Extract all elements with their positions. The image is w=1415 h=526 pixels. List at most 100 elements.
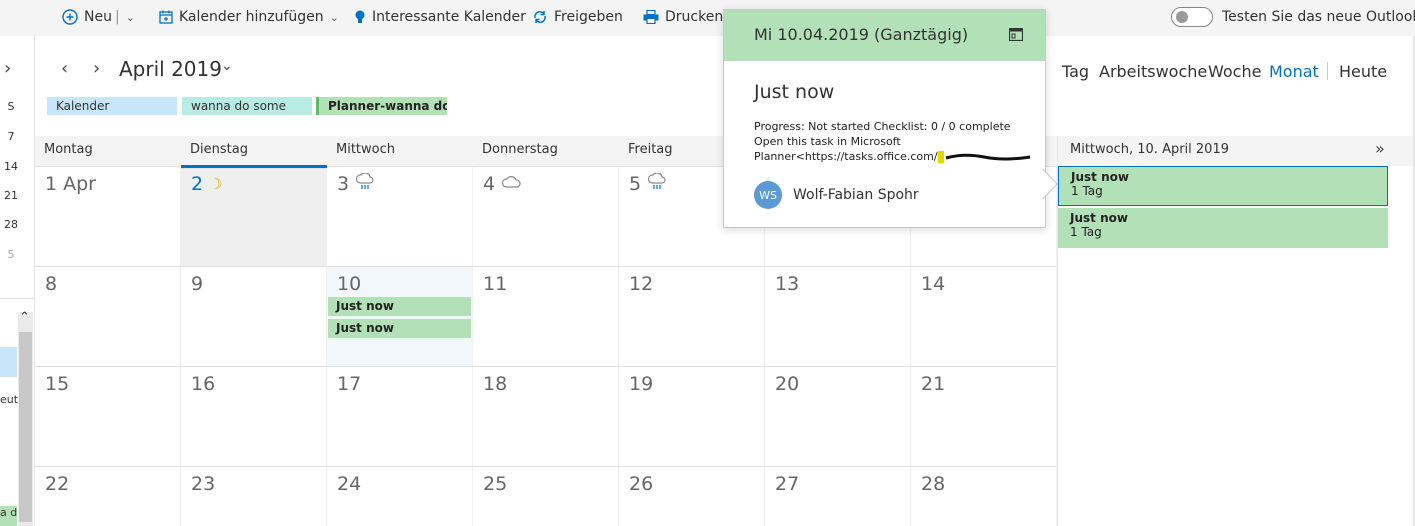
day-cell[interactable]: 24 [327,466,473,526]
mini-day[interactable]: 7 [0,130,22,143]
add-calendar-button[interactable]: Kalender hinzufügen ⌄ [159,0,339,34]
mini-weekday: S [7,100,15,113]
mini-day[interactable]: 14 [0,160,22,173]
avatar: WS [754,181,782,209]
view-workweek[interactable]: Arbeitswoche [1099,62,1207,81]
day-cell[interactable]: 22 [35,466,181,526]
view-week[interactable]: Woche [1208,62,1261,81]
day-number: 27 [775,473,800,495]
add-calendar-label: Kalender hinzufügen [179,9,324,25]
day-cell[interactable]: 21 [911,366,1057,466]
day-detail-event[interactable]: Just now 1 Tag [1058,208,1388,248]
day-cell[interactable]: 18 [473,366,619,466]
popup-arrow [1042,168,1058,200]
calendar-chip-wanna[interactable]: wanna do some [182,97,312,115]
new-button[interactable]: Neu | ⌄ [62,0,135,34]
day-number: 12 [629,273,654,295]
day-number: 3 [337,173,350,195]
today-button[interactable]: Heute [1339,62,1387,81]
separator: | [114,9,120,25]
calendar-chip-planner[interactable]: Planner-wanna do so [316,97,447,115]
day-cell[interactable]: 23 [181,466,327,526]
day-number: 26 [629,473,654,495]
calendar-chip-cut[interactable]: a do [0,506,17,526]
day-cell[interactable]: 17 [327,366,473,466]
day-number: 9 [191,273,204,295]
view-day[interactable]: Tag [1062,62,1089,81]
day-number: 22 [45,473,70,495]
mini-day[interactable]: 28 [0,218,22,231]
chevron-up-icon[interactable]: ⌃ [19,310,30,325]
share-icon [532,9,548,25]
day-cell[interactable]: 25 [473,466,619,526]
day-number: 17 [337,373,362,395]
share-label: Freigeben [554,9,623,25]
print-label: Drucken [665,9,724,25]
scrollbar-thumb[interactable] [19,332,32,522]
chevron-right-icon[interactable]: › [4,58,11,79]
day-cell[interactable]: 28 [911,466,1057,526]
day-cell[interactable]: 9 [181,266,327,366]
interesting-calendars-button[interactable]: Interessante Kalender [354,0,526,34]
open-window-icon[interactable] [1008,26,1024,45]
event-title: Just now [1071,170,1129,184]
day-number: 16 [191,373,216,395]
day-cell[interactable]: 20 [765,366,911,466]
view-month[interactable]: Monat [1269,62,1319,81]
mini-day[interactable]: 21 [0,189,22,202]
month-title[interactable]: April 2019 [119,57,222,81]
mini-day[interactable]: 5 [0,248,22,261]
day-number: 11 [483,273,508,295]
day-cell-selected[interactable]: 10 Just now Just now [327,266,473,366]
day-number: 23 [191,473,216,495]
day-cell[interactable]: 11 [473,266,619,366]
printer-icon [643,10,659,24]
lightbulb-icon [354,9,366,25]
day-number-wrap: 2 ☽ [191,173,223,195]
day-number: 5 [629,173,642,195]
organizer-name[interactable]: Wolf-Fabian Spohr [793,187,919,203]
popup-date: Mi 10.04.2019 (Ganztägig) [754,25,969,44]
weekday-label: Freitag [628,142,673,157]
day-number: 21 [921,373,946,395]
print-button[interactable]: Drucken [643,0,723,34]
event-duration: 1 Tag [1070,225,1102,239]
popup-body-line: Progress: Not started Checklist: 0 / 0 c… [754,120,1011,133]
next-month-icon[interactable]: › [93,58,100,79]
chevron-down-icon[interactable]: ⌄ [126,11,135,24]
chevron-down-icon[interactable]: ⌄ [330,11,339,24]
day-number: 28 [921,473,946,495]
divider [0,298,34,299]
calendar-chip-kalender[interactable]: Kalender [47,97,177,115]
day-cell-today[interactable]: 2 ☽ [181,168,327,266]
day-cell[interactable]: 16 [181,366,327,466]
day-cell[interactable]: 19 [619,366,765,466]
weekday-label: Mittwoch [336,142,395,157]
new-outlook-toggle[interactable] [1171,7,1213,27]
day-cell[interactable]: 14 [911,266,1057,366]
folder-item-selected[interactable] [0,347,17,377]
cloud-weather-icon [501,175,523,193]
day-cell[interactable]: 12 [619,266,765,366]
calendar-add-icon [159,10,173,24]
day-cell[interactable]: 3 [327,166,473,266]
day-cell[interactable]: 27 [765,466,911,526]
day-number-wrap: 5 [629,172,667,195]
day-cell[interactable]: 1 Apr [35,166,181,266]
day-cell[interactable]: 13 [765,266,911,366]
day-cell[interactable]: 4 [473,166,619,266]
day-detail-event[interactable]: Just now 1 Tag [1058,166,1388,206]
day-cell[interactable]: 8 [35,266,181,366]
calendar-event[interactable]: Just now [328,297,471,316]
day-number: 10 [337,273,362,295]
day-cell[interactable]: 15 [35,366,181,466]
collapse-pane-icon[interactable]: » [1375,139,1385,158]
day-cell[interactable]: 26 [619,466,765,526]
chevron-down-icon[interactable]: ⌄ [221,58,233,74]
share-button[interactable]: Freigeben [532,0,623,34]
popup-body-link[interactable]: Planner<https://tasks.office.com/ [754,149,938,164]
folder-item-label[interactable]: euts [0,393,18,406]
calendar-event[interactable]: Just now [328,319,471,338]
prev-month-icon[interactable]: ‹ [61,58,68,79]
event-duration: 1 Tag [1071,184,1103,198]
